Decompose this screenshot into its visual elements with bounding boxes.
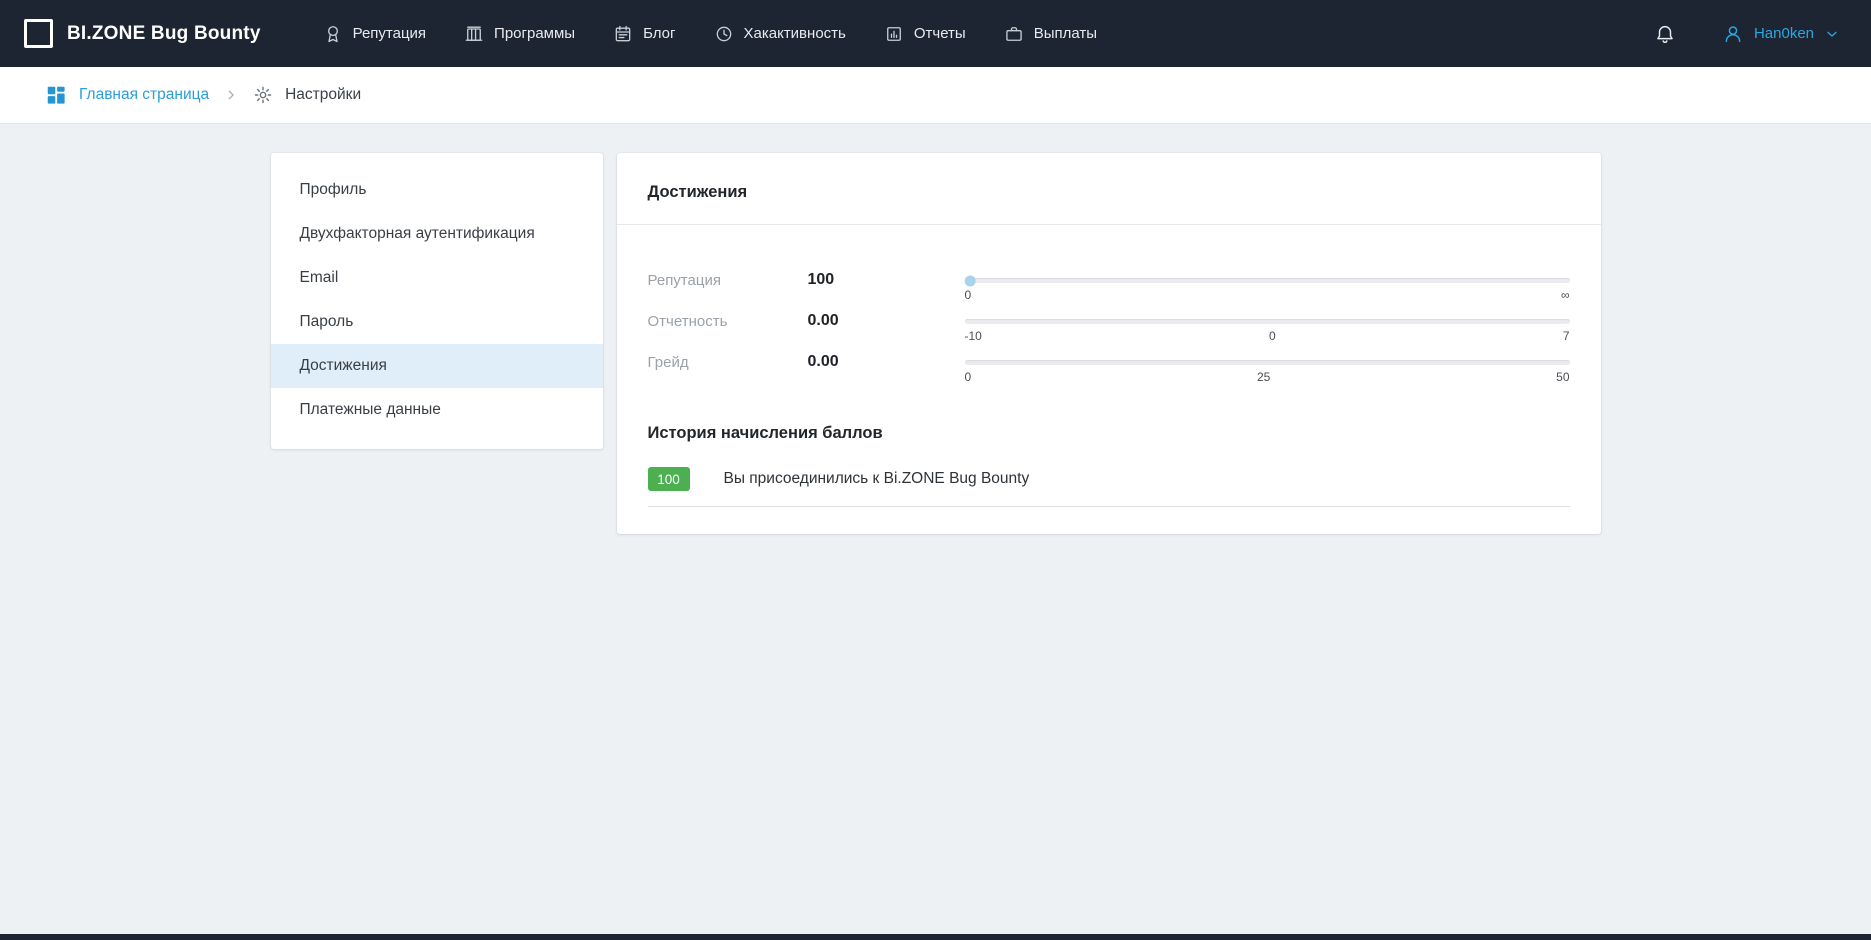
menu-item-email[interactable]: Email xyxy=(271,256,603,300)
slider-track xyxy=(965,319,1570,324)
menu-item-2fa[interactable]: Двухфакторная аутентификация xyxy=(271,212,603,256)
brand-title: BI.ZONE Bug Bounty xyxy=(67,23,261,45)
scale-mid: 0 xyxy=(1269,329,1276,344)
breadcrumb: Главная страница Настройки xyxy=(0,67,1871,124)
achievements-card: Достижения Репутация 100 0 ∞ xyxy=(617,153,1601,534)
history-text: Вы присоединились к Bi.ZONE Bug Bounty xyxy=(724,470,1030,488)
nav-item-reports[interactable]: Отчеты xyxy=(884,24,966,44)
card-title: Достижения xyxy=(648,183,748,201)
briefcase-icon xyxy=(1004,24,1024,44)
scale-min: 0 xyxy=(965,370,972,385)
accountability-slider: -10 0 7 xyxy=(965,312,1570,344)
achievement-row-accountability: Отчетность 0.00 -10 0 7 xyxy=(648,312,1570,344)
grade-slider: 0 25 50 xyxy=(965,353,1570,385)
slider-scale: -10 0 7 xyxy=(965,329,1570,344)
breadcrumb-home-link[interactable]: Главная страница xyxy=(45,84,209,106)
nav-item-hacktivity[interactable]: Хакактивность xyxy=(714,24,846,44)
reputation-slider: 0 ∞ xyxy=(965,271,1570,303)
scale-max: ∞ xyxy=(1561,288,1570,303)
nav-label: Программы xyxy=(494,25,575,42)
history-clock-icon xyxy=(714,24,734,44)
notifications-bell-icon[interactable] xyxy=(1654,23,1676,45)
achievement-row-reputation: Репутация 100 0 ∞ xyxy=(648,271,1570,303)
nav-item-blog[interactable]: Блог xyxy=(613,24,675,44)
row-label: Отчетность xyxy=(648,312,808,330)
slider-track xyxy=(965,278,1570,283)
menu-item-profile[interactable]: Профиль xyxy=(271,168,603,212)
chevron-down-icon xyxy=(1824,26,1840,42)
row-label: Грейд xyxy=(648,353,808,371)
gear-icon xyxy=(253,85,273,105)
username: Han0ken xyxy=(1754,25,1814,42)
menu-item-achievements[interactable]: Достижения xyxy=(271,344,603,388)
breadcrumb-separator-icon xyxy=(224,88,238,102)
nav-item-reputation[interactable]: Репутация xyxy=(323,24,426,44)
points-badge: 100 xyxy=(648,467,690,491)
nav-item-payments[interactable]: Выплаты xyxy=(1004,24,1097,44)
top-navbar: BI.ZONE Bug Bounty Репутация Программы Б… xyxy=(0,0,1871,67)
main-nav: Репутация Программы Блог Хакактивность О… xyxy=(323,24,1097,44)
calendar-icon xyxy=(613,24,633,44)
breadcrumb-current: Настройки xyxy=(253,85,361,105)
user-menu[interactable]: Han0ken xyxy=(1722,23,1840,45)
nav-label: Выплаты xyxy=(1034,25,1097,42)
brand-logo[interactable]: BI.ZONE Bug Bounty xyxy=(24,19,261,48)
nav-label: Отчеты xyxy=(914,25,966,42)
achievements-table: Репутация 100 0 ∞ Отчетность xyxy=(617,225,1601,408)
scale-min: -10 xyxy=(965,329,982,344)
history-title: История начисления баллов xyxy=(617,408,1601,465)
nav-item-programs[interactable]: Программы xyxy=(464,24,575,44)
nav-label: Хакактивность xyxy=(744,25,846,42)
row-value: 0.00 xyxy=(808,312,965,330)
bar-chart-icon xyxy=(884,24,904,44)
slider-track xyxy=(965,360,1570,365)
card-header: Достижения xyxy=(617,153,1601,225)
slider-scale: 0 ∞ xyxy=(965,288,1570,303)
row-label: Репутация xyxy=(648,271,808,289)
achievement-row-grade: Грейд 0.00 0 25 50 xyxy=(648,353,1570,385)
slider-thumb xyxy=(965,275,976,286)
user-icon xyxy=(1722,23,1744,45)
scale-max: 50 xyxy=(1556,370,1569,385)
menu-item-password[interactable]: Пароль xyxy=(271,300,603,344)
navbar-right: Han0ken xyxy=(1654,23,1840,45)
page-content: Профиль Двухфакторная аутентификация Ema… xyxy=(0,124,1871,934)
menu-item-payment-data[interactable]: Платежные данные xyxy=(271,388,603,432)
breadcrumb-home-label: Главная страница xyxy=(79,86,209,104)
scale-mid: 25 xyxy=(1257,370,1270,385)
footer-strip xyxy=(0,934,1871,940)
history-row: 100 Вы присоединились к Bi.ZONE Bug Boun… xyxy=(648,465,1570,507)
breadcrumb-current-label: Настройки xyxy=(285,86,361,104)
bizone-logo-icon xyxy=(24,19,53,48)
settings-menu: Профиль Двухфакторная аутентификация Ema… xyxy=(271,153,603,449)
nav-label: Репутация xyxy=(353,25,426,42)
medal-icon xyxy=(323,24,343,44)
scale-min: 0 xyxy=(965,288,972,303)
row-value: 100 xyxy=(808,271,965,289)
dashboard-grid-icon xyxy=(45,84,67,106)
slider-scale: 0 25 50 xyxy=(965,370,1570,385)
row-value: 0.00 xyxy=(808,353,965,371)
building-icon xyxy=(464,24,484,44)
nav-label: Блог xyxy=(643,25,675,42)
scale-max: 7 xyxy=(1563,329,1570,344)
